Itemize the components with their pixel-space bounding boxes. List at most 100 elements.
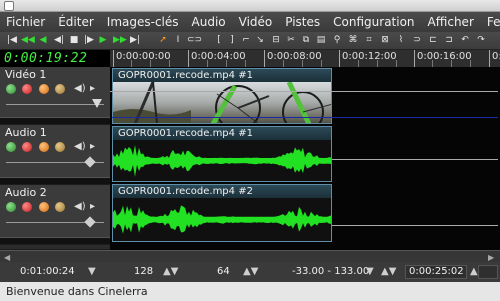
prev-label-icon[interactable]: ⊏: [427, 34, 439, 47]
menu-configuration[interactable]: Configuration: [333, 15, 414, 29]
fader-knob[interactable]: [92, 99, 102, 108]
scroll-right-icon[interactable]: ▶: [488, 253, 494, 262]
mute-speaker-icon[interactable]: ◀): [74, 83, 86, 94]
ibeam-cursor-icon[interactable]: I: [172, 34, 184, 47]
cut-icon[interactable]: ✂: [285, 34, 297, 47]
fade-slider[interactable]: [6, 216, 104, 228]
in-point-icon[interactable]: [: [213, 34, 225, 47]
record-toggle-icon[interactable]: [22, 202, 32, 212]
undo-icon[interactable]: ↶: [459, 34, 471, 47]
fast-reverse-icon[interactable]: ◀◀: [21, 34, 35, 47]
amp-zoom[interactable]: 64: [217, 266, 230, 277]
keyframe-icon[interactable]: ⚲: [331, 34, 343, 47]
audio-edit-clip-2[interactable]: GOPR0001.recode.mp4 #2: [112, 184, 332, 242]
gang-toggle-icon[interactable]: [39, 142, 49, 152]
goto-end-icon[interactable]: ▶|: [129, 34, 141, 47]
ruler-tick: [414, 50, 415, 67]
fader-knob[interactable]: [84, 216, 96, 228]
record-toggle-icon[interactable]: [22, 84, 32, 94]
next-label-icon[interactable]: ⊐: [443, 34, 455, 47]
stop-icon[interactable]: ■: [68, 34, 80, 47]
timeline-ruler[interactable]: 0:00:00:00 0:00:04:00 0:00:08:00 0:00:12…: [110, 50, 500, 67]
menu-afficher[interactable]: Afficher: [428, 15, 474, 29]
curve-zoom-spin-icon[interactable]: ▲▼: [381, 266, 396, 277]
fader-knob[interactable]: [84, 156, 96, 168]
overwrite-icon[interactable]: ⊟: [270, 34, 282, 47]
track-expand-bar[interactable]: [0, 237, 110, 244]
sample-zoom[interactable]: 128: [134, 266, 153, 277]
expand-arrow-icon[interactable]: ▸: [90, 201, 95, 212]
gang-toggle-icon[interactable]: [39, 84, 49, 94]
draw-toggle-icon[interactable]: [55, 202, 65, 212]
play-toggle-icon[interactable]: [6, 84, 16, 94]
ruler-tick: [432, 60, 433, 67]
fast-forward-icon[interactable]: ▶▶: [113, 34, 127, 47]
fade-slider[interactable]: [6, 156, 104, 168]
horizontal-scrollbar[interactable]: ◀ ▶: [0, 250, 500, 262]
ruler-tick: [451, 60, 452, 67]
draw-toggle-icon[interactable]: [55, 142, 65, 152]
audio-edit-clip-1[interactable]: GOPR0001.recode.mp4 #1: [112, 126, 332, 182]
video-edit-clip[interactable]: GOPR0001.recode.mp4 #1: [112, 68, 332, 124]
sample-zoom-arrow-icon[interactable]: ▲▼: [163, 266, 178, 277]
mute-speaker-icon[interactable]: ◀): [74, 141, 86, 152]
play-icon[interactable]: ▶: [97, 34, 109, 47]
app-icon: [4, 1, 14, 11]
reverse-play-icon[interactable]: ◀: [37, 34, 49, 47]
curve-zoom[interactable]: -33.00 - 133.00: [292, 266, 369, 277]
redo-icon[interactable]: ↷: [475, 34, 487, 47]
track-title[interactable]: Audio 2: [5, 186, 47, 199]
splice-icon[interactable]: ↘: [254, 34, 266, 47]
title-bar: [0, 0, 500, 12]
menu-fenetre[interactable]: Fenêtre: [487, 15, 500, 29]
menu-images-cles[interactable]: Images-clés: [107, 15, 179, 29]
draw-toggle-icon[interactable]: [55, 84, 65, 94]
copy-icon[interactable]: ⧉: [300, 34, 312, 47]
play-toggle-icon[interactable]: [6, 142, 16, 152]
ruler-label: 0:00:16:00: [417, 51, 472, 62]
label-tool-icon[interactable]: ⊂⊃: [187, 34, 202, 47]
gang-toggle-icon[interactable]: [39, 202, 49, 212]
fade-slider[interactable]: [6, 99, 104, 109]
copy-keyframes-icon[interactable]: ⌘: [347, 34, 359, 47]
record-toggle-icon[interactable]: [22, 142, 32, 152]
selection-length-arrow-icon[interactable]: ▼: [88, 266, 96, 277]
menu-pistes[interactable]: Pistes: [285, 15, 320, 29]
label-icon[interactable]: ⊃: [411, 34, 423, 47]
out-point-icon[interactable]: ]: [226, 34, 238, 47]
expand-arrow-icon[interactable]: ▸: [90, 141, 95, 152]
paste-icon[interactable]: ▤: [315, 34, 327, 47]
track-title[interactable]: Audio 1: [5, 126, 47, 139]
timeline-canvas[interactable]: GOPR0001.recode.mp4 #1 GOPR0001.recode.m…: [110, 67, 500, 250]
ruler-label: 0:00:00:00: [116, 51, 171, 62]
scroll-left-icon[interactable]: ◀: [4, 253, 10, 262]
curve-zoom-arrow-icon[interactable]: ▼: [366, 266, 374, 277]
frame-back-icon[interactable]: ◀|: [53, 34, 65, 47]
paste-keyframes-icon[interactable]: ⌗: [363, 34, 375, 47]
mute-speaker-icon[interactable]: ◀): [74, 201, 86, 212]
rewind-start-icon[interactable]: |◀: [6, 34, 18, 47]
clear-keyframes-icon[interactable]: ⊠: [379, 34, 391, 47]
audio-waveform: [113, 198, 331, 241]
arrow-cursor-icon[interactable]: ➚: [157, 34, 169, 47]
transition-icon[interactable]: ⌇: [395, 34, 407, 47]
amp-zoom-arrow-icon[interactable]: ▲▼: [243, 266, 258, 277]
track-title[interactable]: Vidéo 1: [5, 68, 46, 81]
track-expand-bar[interactable]: [0, 117, 110, 124]
audio-1-track-line: [332, 159, 498, 160]
menu-audio[interactable]: Audio: [192, 15, 226, 29]
waveform-1: [113, 145, 331, 177]
in-out-icon[interactable]: ⌐: [240, 34, 252, 47]
frame-forward-icon[interactable]: |▶: [83, 34, 95, 47]
position-extra-field[interactable]: [478, 265, 498, 279]
selection-length[interactable]: 0:01:00:24: [20, 266, 75, 277]
play-toggle-icon[interactable]: [6, 202, 16, 212]
expand-arrow-icon[interactable]: ▸: [90, 83, 95, 94]
menu-fichier[interactable]: Fichier: [6, 15, 45, 29]
track-expand-bar[interactable]: [0, 177, 110, 184]
position-field[interactable]: 0:00:25:02: [405, 265, 467, 279]
position-spin-icon[interactable]: ▲: [470, 266, 478, 277]
menu-editer[interactable]: Éditer: [58, 15, 94, 29]
menu-video[interactable]: Vidéo: [239, 15, 273, 29]
ruler-label: 0:00:04:00: [191, 51, 246, 62]
